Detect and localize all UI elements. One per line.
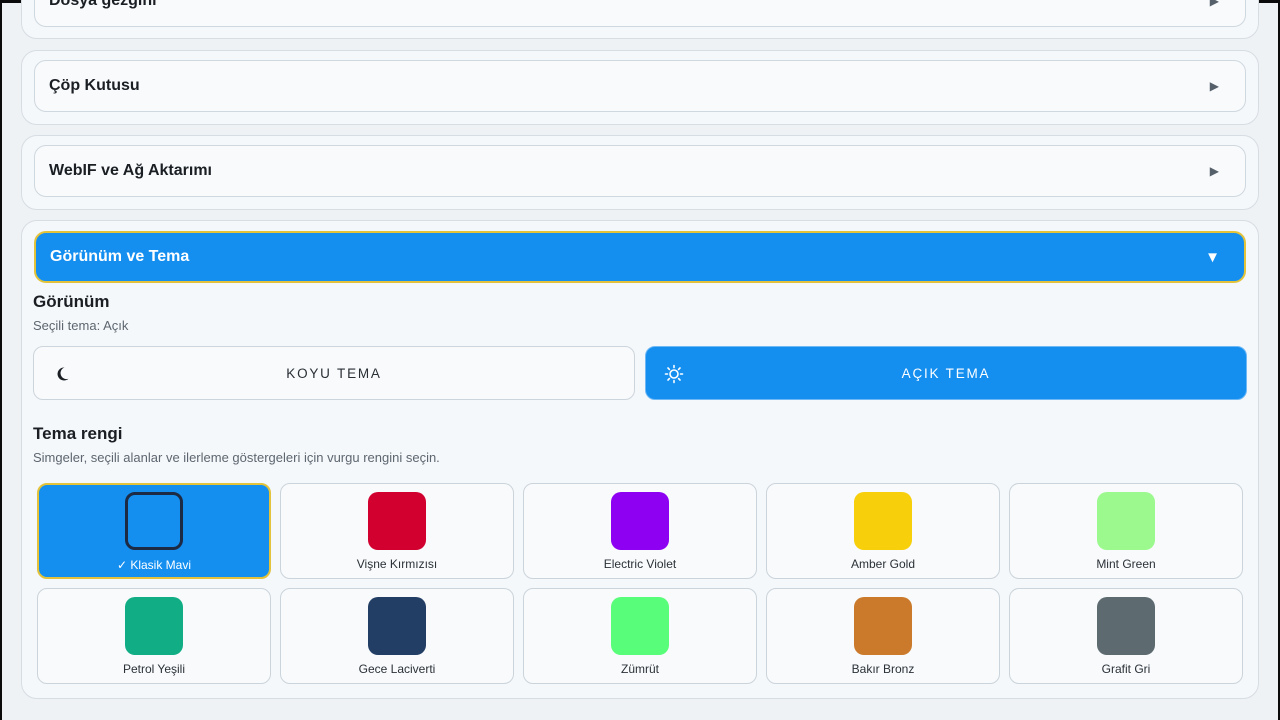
section-title: WebIF ve Ağ Aktarımı bbox=[49, 162, 212, 179]
color-swatch bbox=[1097, 597, 1155, 655]
dark-theme-button[interactable]: KOYU TEMA bbox=[33, 346, 635, 400]
section-header-file-browser[interactable]: Dosya gezgini ▶ bbox=[34, 0, 1246, 27]
color-option-zumrut[interactable]: Zümrüt bbox=[523, 588, 757, 684]
expand-arrow-icon: ▶ bbox=[1209, 79, 1219, 93]
appearance-heading: Görünüm bbox=[33, 292, 110, 311]
color-option-visne-kirmizisi[interactable]: Vişne Kırmızısı bbox=[280, 483, 514, 579]
color-label: Electric Violet bbox=[603, 557, 677, 571]
color-swatch bbox=[368, 597, 426, 655]
color-label: Bakır Bronz bbox=[851, 662, 915, 676]
color-label: ✓ Klasik Mavi bbox=[116, 558, 192, 572]
color-option-petrol-yesili[interactable]: Petrol Yeşili bbox=[37, 588, 271, 684]
screen-left-edge bbox=[0, 0, 2, 720]
color-swatch bbox=[125, 492, 183, 550]
section-header-webif[interactable]: WebIF ve Ağ Aktarımı ▶ bbox=[34, 145, 1246, 197]
light-theme-button[interactable]: AÇIK TEMA bbox=[645, 346, 1247, 400]
color-label: Amber Gold bbox=[850, 557, 916, 571]
color-label: Mint Green bbox=[1096, 557, 1156, 571]
color-swatch bbox=[1097, 492, 1155, 550]
light-theme-label: AÇIK TEMA bbox=[901, 365, 991, 381]
moon-icon bbox=[57, 367, 69, 381]
color-option-electric-violet[interactable]: Electric Violet bbox=[523, 483, 757, 579]
color-label: Petrol Yeşili bbox=[122, 662, 186, 676]
color-option-mint-green[interactable]: Mint Green bbox=[1009, 483, 1243, 579]
dark-theme-label: KOYU TEMA bbox=[286, 365, 382, 381]
expand-arrow-icon: ▶ bbox=[1209, 0, 1219, 8]
color-label: Gece Laciverti bbox=[358, 662, 436, 676]
accent-color-description: Simgeler, seçili alanlar ve ilerleme gös… bbox=[33, 450, 440, 465]
section-header-appearance[interactable]: Görünüm ve Tema ▼ bbox=[34, 231, 1246, 283]
color-option-bakir-bronz[interactable]: Bakır Bronz bbox=[766, 588, 1000, 684]
color-swatch bbox=[125, 597, 183, 655]
color-swatch bbox=[854, 597, 912, 655]
section-title: Çöp Kutusu bbox=[49, 77, 140, 94]
color-label: Zümrüt bbox=[620, 662, 659, 676]
collapse-arrow-icon: ▼ bbox=[1205, 248, 1220, 266]
color-swatch bbox=[854, 492, 912, 550]
settings-section-file-browser: Dosya gezgini ▶ bbox=[21, 0, 1259, 39]
color-option-grafit-gri[interactable]: Grafit Gri bbox=[1009, 588, 1243, 684]
section-header-trash[interactable]: Çöp Kutusu ▶ bbox=[34, 60, 1246, 112]
accent-color-heading: Tema rengi bbox=[33, 424, 123, 443]
color-swatch bbox=[611, 597, 669, 655]
color-option-klasik-mavi[interactable]: ✓ Klasik Mavi bbox=[37, 483, 271, 579]
expand-arrow-icon: ▶ bbox=[1209, 164, 1219, 178]
current-theme-text: Seçili tema: Açık bbox=[33, 318, 129, 333]
section-title: Görünüm ve Tema bbox=[50, 248, 190, 265]
settings-section-trash: Çöp Kutusu ▶ bbox=[21, 50, 1259, 125]
color-swatch bbox=[368, 492, 426, 550]
color-swatch bbox=[611, 492, 669, 550]
settings-section-webif: WebIF ve Ağ Aktarımı ▶ bbox=[21, 135, 1259, 210]
color-label: Grafit Gri bbox=[1101, 662, 1151, 676]
color-option-gece-laciverti[interactable]: Gece Laciverti bbox=[280, 588, 514, 684]
color-label: Vişne Kırmızısı bbox=[356, 557, 438, 571]
color-option-amber-gold[interactable]: Amber Gold bbox=[766, 483, 1000, 579]
section-title: Dosya gezgini bbox=[49, 0, 157, 9]
sun-icon bbox=[664, 364, 684, 384]
